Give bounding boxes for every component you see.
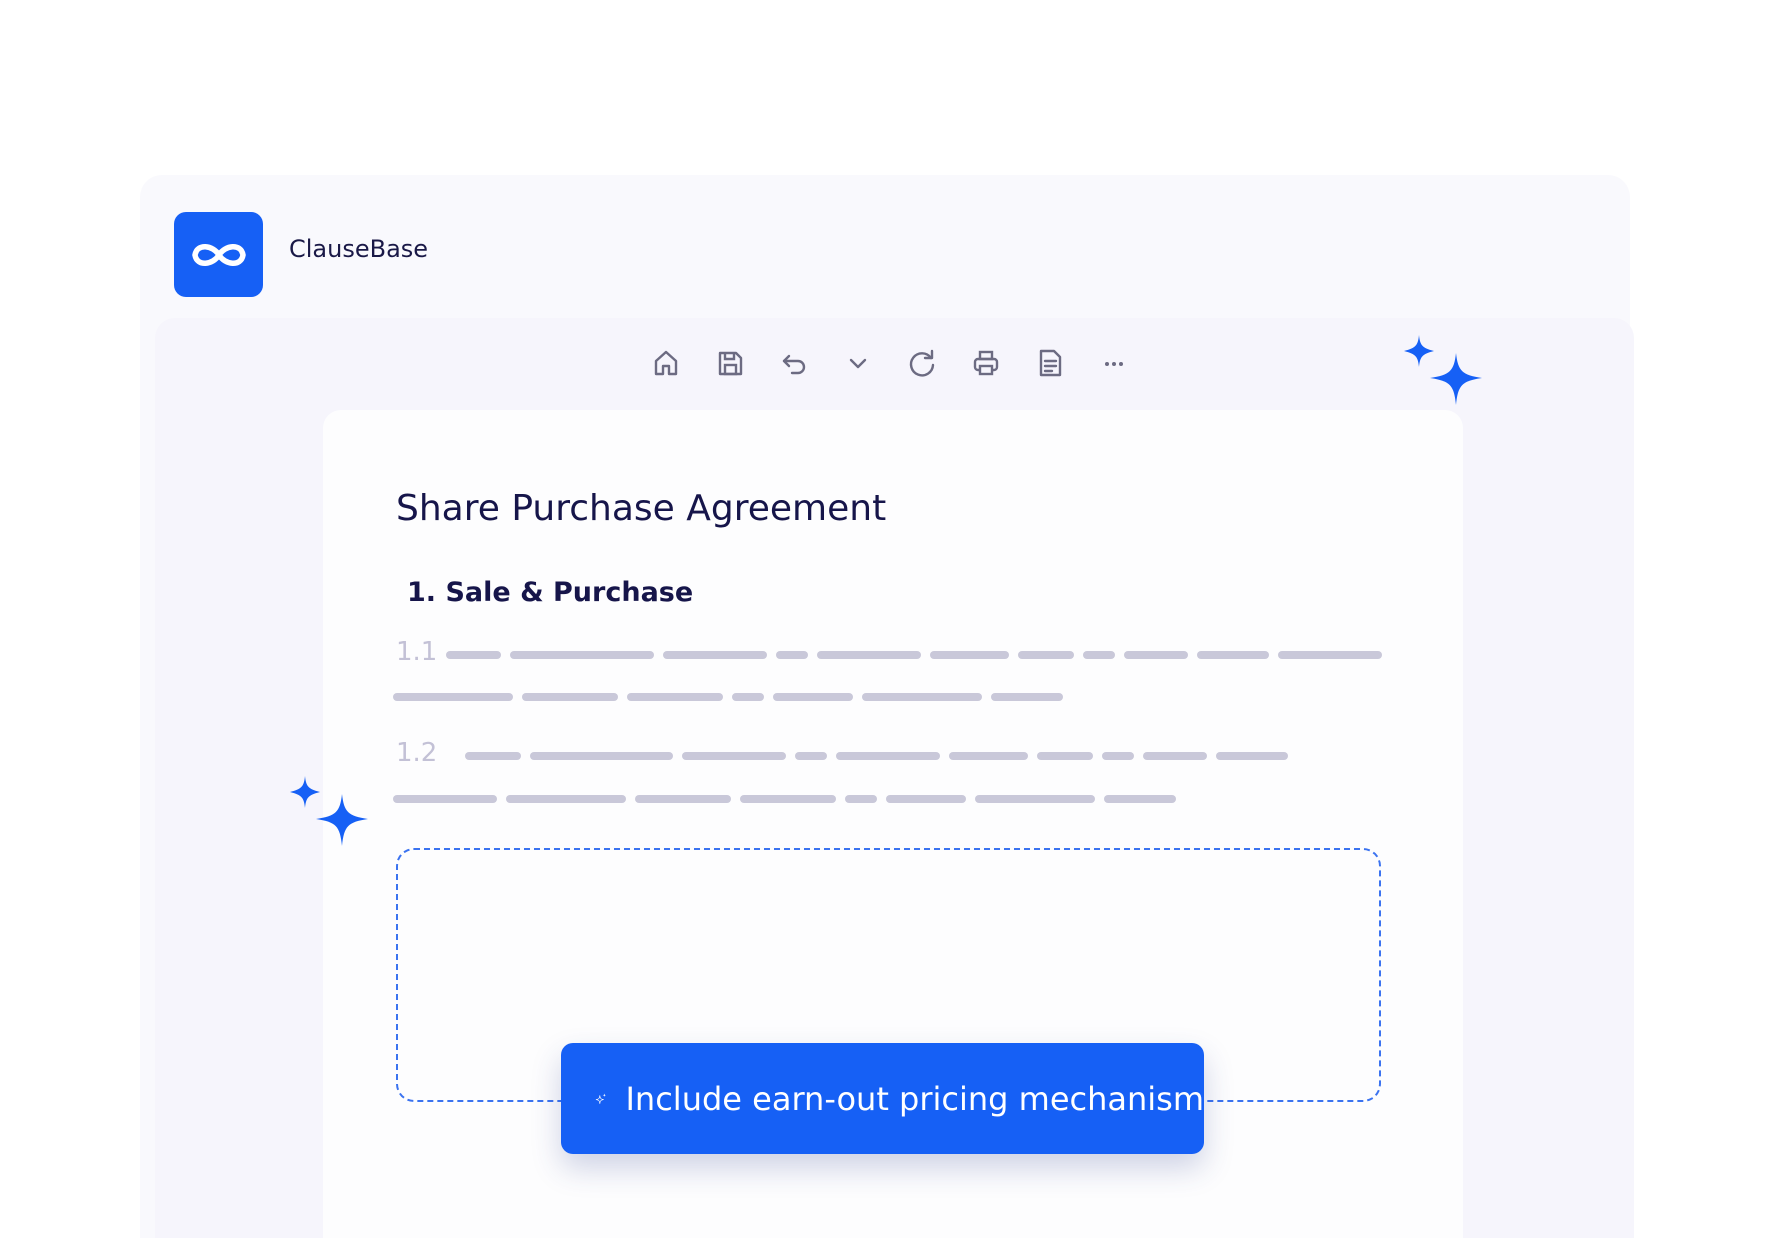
document-icon <box>1039 349 1062 377</box>
section-heading: 1. Sale & Purchase <box>407 577 694 608</box>
save-button[interactable] <box>712 345 748 381</box>
editor-toolbar <box>648 343 1132 383</box>
clause-text-placeholder <box>393 795 1176 803</box>
clause-number: 1.2 <box>396 738 438 768</box>
refresh-button[interactable] <box>904 345 940 381</box>
ai-prompt-label: Include earn-out pricing mechanism <box>625 1079 1204 1118</box>
infinity-icon <box>191 243 246 266</box>
chevron-down-icon <box>849 358 867 369</box>
clause-number: 1.1 <box>396 637 438 667</box>
clause-text-placeholder <box>393 693 1063 701</box>
undo-icon <box>782 354 806 375</box>
ai-prompt-button[interactable]: Include earn-out pricing mechanism <box>561 1043 1204 1154</box>
brand-name: ClauseBase <box>289 235 429 263</box>
home-icon <box>654 350 678 376</box>
undo-button[interactable] <box>776 345 812 381</box>
sparkle-icon <box>290 776 368 846</box>
sparkles-icon <box>595 1092 607 1104</box>
more-button[interactable] <box>1096 345 1132 381</box>
document-title: Share Purchase Agreement <box>396 488 887 529</box>
clause-text-placeholder <box>446 651 1382 659</box>
save-icon <box>718 351 743 376</box>
print-button[interactable] <box>968 345 1004 381</box>
clausebase-logo[interactable] <box>174 212 263 297</box>
more-icon <box>1105 362 1123 366</box>
print-icon <box>973 350 999 376</box>
undo-history-dropdown[interactable] <box>840 345 876 381</box>
home-button[interactable] <box>648 345 684 381</box>
clause-text-placeholder <box>465 752 1288 760</box>
refresh-icon <box>909 349 935 377</box>
document-button[interactable] <box>1032 345 1068 381</box>
sparkle-icon <box>1404 335 1482 405</box>
